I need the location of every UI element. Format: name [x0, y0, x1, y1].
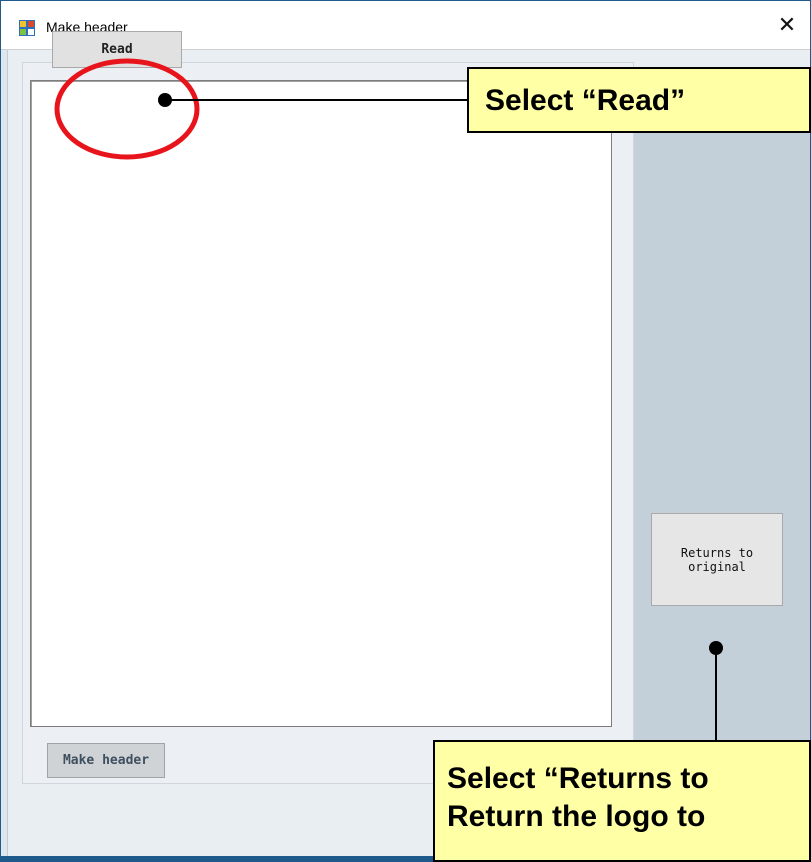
image-preview-area — [30, 80, 612, 727]
read-callout-text: Select “Read” — [485, 84, 686, 117]
returns-callout-line-2: Return the logo to — [447, 800, 706, 833]
make-header-button[interactable]: Make header — [47, 743, 165, 778]
app-window-icon — [19, 20, 35, 36]
returns-callout-line-1: Select “Returns to — [447, 762, 709, 795]
read-callout: Select “Read” — [467, 67, 811, 133]
returns-callout: Select “Returns to Return the logo to — [433, 740, 811, 862]
returns-to-original-button[interactable]: Returns to original — [651, 513, 783, 606]
read-button[interactable]: Read — [52, 31, 182, 68]
close-icon[interactable]: ✕ — [764, 1, 810, 49]
